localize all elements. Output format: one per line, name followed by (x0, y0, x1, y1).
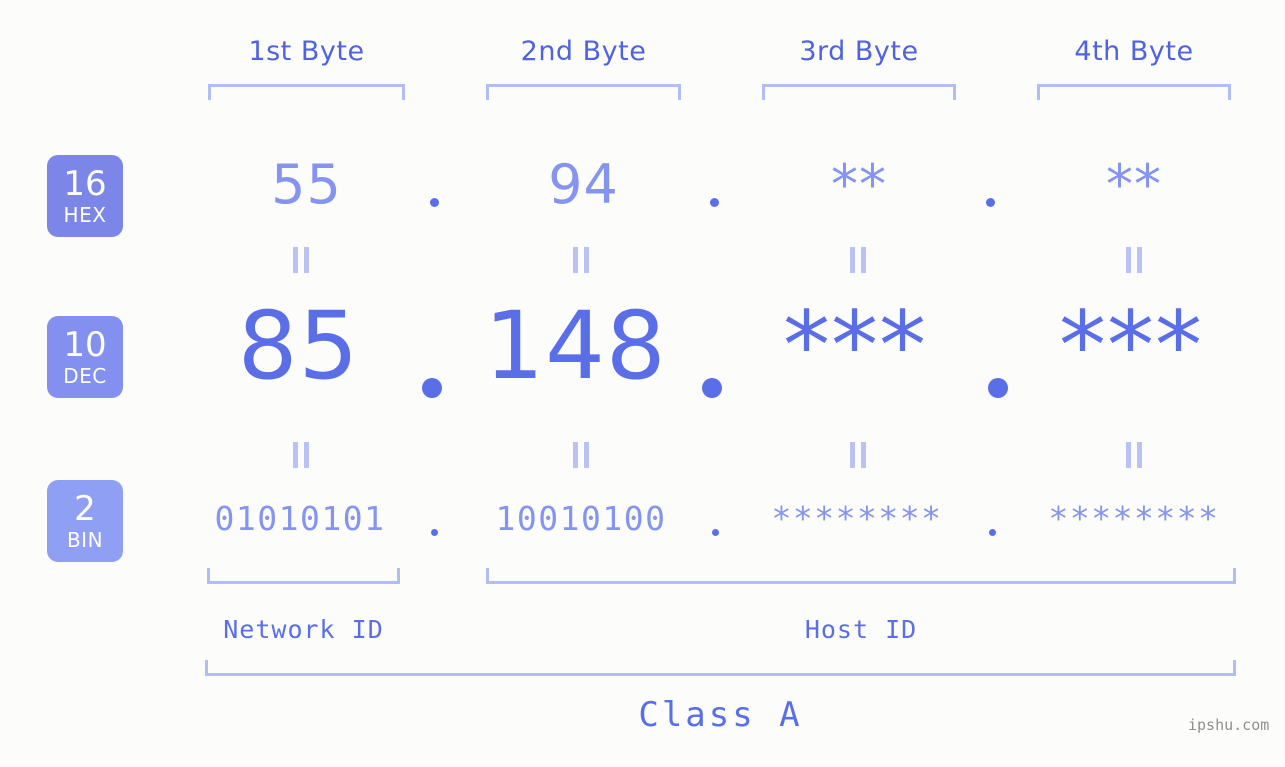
network-id-bracket (207, 568, 400, 584)
equals-mark-dec-bin-2 (573, 442, 589, 468)
base-badge-dec-name: DEC (63, 364, 107, 388)
bin-byte-1: 01010101 (214, 499, 386, 538)
dec-byte-1: 85 (237, 292, 360, 401)
equals-mark-hex-dec-1 (293, 247, 309, 273)
hex-separator-dot-1 (430, 198, 439, 207)
host-id-label: Host ID (804, 615, 918, 644)
ip-address-breakdown-diagram: 1st Byte 2nd Byte 3rd Byte 4th Byte 16 H… (0, 0, 1285, 767)
byte-bracket-2 (486, 84, 681, 100)
equals-mark-hex-dec-2 (573, 247, 589, 273)
bin-byte-2: 10010100 (495, 499, 667, 538)
byte-bracket-3 (762, 84, 956, 100)
base-badge-hex-number: 16 (63, 164, 107, 204)
equals-mark-hex-dec-3 (850, 247, 866, 273)
bin-separator-dot-3 (989, 529, 996, 536)
byte-header-label-1: 1st Byte (248, 36, 365, 67)
bin-separator-dot-1 (431, 529, 438, 536)
network-id-label: Network ID (223, 615, 384, 644)
equals-mark-hex-dec-4 (1126, 247, 1142, 273)
byte-header-label-3: 3rd Byte (799, 36, 919, 67)
hex-byte-2: 94 (548, 153, 619, 216)
hex-byte-4: ** (1106, 153, 1162, 216)
byte-bracket-4 (1037, 84, 1231, 100)
class-bracket (205, 660, 1236, 676)
equals-mark-dec-bin-4 (1126, 442, 1142, 468)
byte-bracket-1 (208, 84, 405, 100)
dec-separator-dot-1 (422, 378, 442, 398)
hex-byte-3: ** (831, 153, 887, 216)
dec-byte-3: *** (783, 292, 927, 401)
class-label: Class A (638, 695, 803, 735)
equals-mark-dec-bin-1 (293, 442, 309, 468)
base-badge-hex: 16 HEX (47, 155, 123, 237)
dec-byte-4: *** (1059, 292, 1203, 401)
base-badge-hex-name: HEX (63, 203, 107, 227)
byte-header-label-4: 4th Byte (1074, 36, 1194, 67)
bin-separator-dot-2 (712, 529, 719, 536)
equals-mark-dec-bin-3 (850, 442, 866, 468)
bin-byte-4: ******** (1048, 499, 1220, 538)
base-badge-dec-number: 10 (63, 325, 107, 365)
base-badge-dec: 10 DEC (47, 316, 123, 398)
dec-separator-dot-2 (702, 378, 722, 398)
dec-separator-dot-3 (988, 378, 1008, 398)
host-id-bracket (486, 568, 1236, 584)
base-badge-bin-name: BIN (66, 528, 104, 552)
byte-header-label-2: 2nd Byte (520, 36, 647, 67)
site-watermark: ipshu.com (1188, 716, 1270, 734)
hex-separator-dot-3 (986, 198, 995, 207)
hex-separator-dot-2 (710, 198, 719, 207)
base-badge-bin-number: 2 (74, 489, 96, 529)
base-badge-bin: 2 BIN (47, 480, 123, 562)
bin-byte-3: ******** (771, 499, 943, 538)
dec-byte-2: 148 (484, 292, 667, 401)
hex-byte-1: 55 (271, 153, 342, 216)
